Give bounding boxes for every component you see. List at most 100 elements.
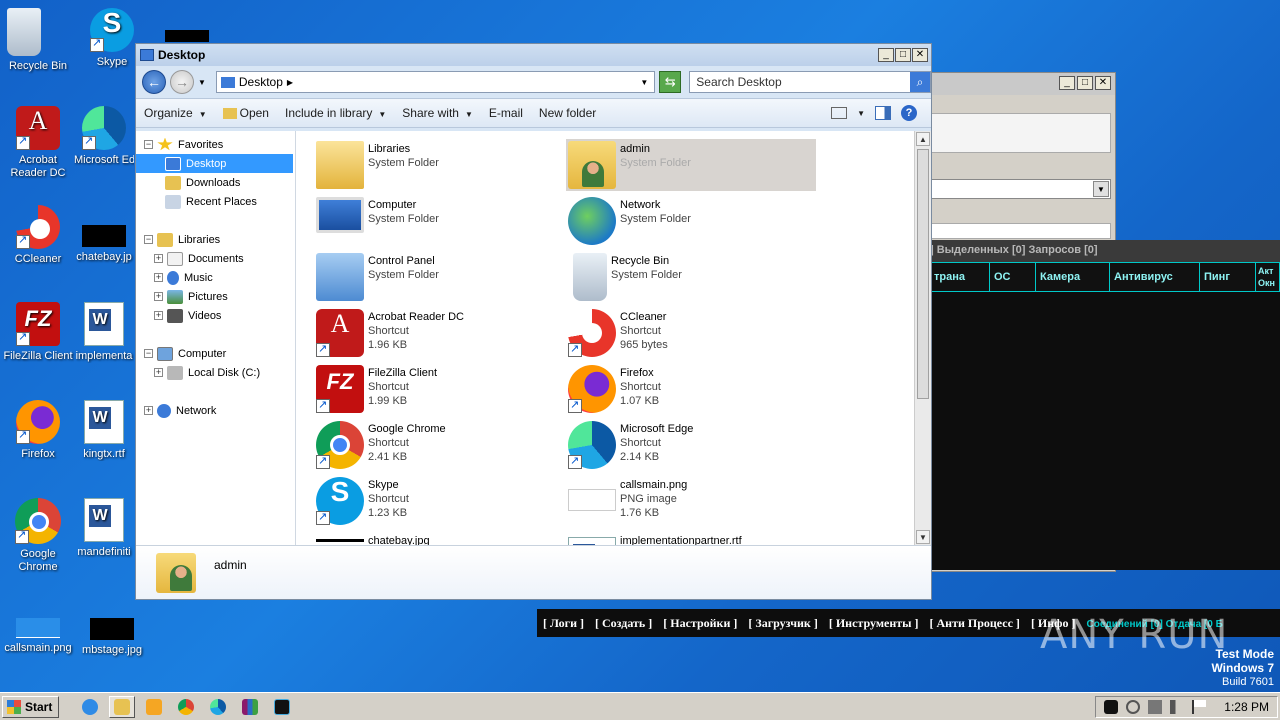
desktop-icon-kingtx[interactable]: kingtx.rtf xyxy=(74,400,134,461)
scroll-down-icon[interactable]: ▼ xyxy=(916,530,930,544)
view-options-icon[interactable] xyxy=(831,107,848,119)
list-item[interactable]: Network System Folder xyxy=(566,195,816,247)
vertical-scrollbar[interactable]: ▲ ▼ xyxy=(914,131,931,545)
column-header[interactable]: Антивирус xyxy=(1110,263,1200,291)
taskbar-app[interactable] xyxy=(269,696,295,718)
open-button[interactable]: Open xyxy=(222,106,269,120)
taskbar-media-player[interactable] xyxy=(141,696,167,718)
collapse-icon[interactable]: − xyxy=(144,235,153,244)
nav-pictures[interactable]: + Pictures xyxy=(136,287,295,306)
nav-documents[interactable]: + Documents xyxy=(136,249,295,268)
desktop-icon-firefox[interactable]: Firefox xyxy=(0,400,76,461)
search-icon[interactable]: ⌕ xyxy=(909,72,930,92)
organize-button[interactable]: Organize ▼ xyxy=(144,106,207,120)
tray-app-icon[interactable] xyxy=(1104,699,1119,714)
desktop-icon-chatebay[interactable]: chatebay.jp xyxy=(74,205,134,264)
menu-logs[interactable]: [ Логи ] xyxy=(543,616,584,630)
nav-favorites[interactable]: − Favorites xyxy=(136,135,295,154)
refresh-button[interactable]: ⇆ xyxy=(659,71,682,93)
list-item[interactable]: SkypeShortcut1.23 KB xyxy=(314,475,564,527)
list-item[interactable]: FileZilla ClientShortcut1.99 KB xyxy=(314,363,564,415)
taskbar-chrome[interactable] xyxy=(173,696,199,718)
menu-tools[interactable]: [ Инструменты ] xyxy=(829,616,919,630)
nav-network[interactable]: + Network xyxy=(136,401,295,420)
nav-downloads[interactable]: Downloads xyxy=(136,173,295,192)
chevron-down-icon[interactable]: ▼ xyxy=(857,109,865,118)
back-button[interactable]: ← xyxy=(142,70,166,94)
nav-computer[interactable]: − Computer xyxy=(136,344,295,363)
network-icon[interactable] xyxy=(1148,699,1163,714)
expand-icon[interactable]: + xyxy=(144,406,153,415)
preview-pane-icon[interactable] xyxy=(875,106,891,120)
help-icon[interactable]: ? xyxy=(901,105,917,121)
nav-desktop[interactable]: Desktop xyxy=(136,154,293,173)
desktop-icon-callsmain[interactable]: callsmain.png xyxy=(0,618,76,655)
column-header[interactable]: трана xyxy=(930,263,990,291)
clock[interactable]: 1:28 PM xyxy=(1224,700,1269,714)
chevron-right-icon[interactable]: ▶ xyxy=(287,78,293,87)
list-item[interactable]: FirefoxShortcut1.07 KB xyxy=(566,363,816,415)
expand-icon[interactable]: + xyxy=(154,311,163,320)
start-button[interactable]: Start xyxy=(2,695,60,718)
maximize-button[interactable]: □ xyxy=(1077,76,1093,90)
taskbar-ie[interactable] xyxy=(77,696,103,718)
volume-icon[interactable] xyxy=(1170,699,1185,714)
list-item[interactable]: Recycle Bin System Folder xyxy=(566,251,816,303)
expand-icon[interactable]: + xyxy=(154,292,163,301)
column-header[interactable]: Акт Окн xyxy=(1256,263,1280,291)
taskbar-winrar[interactable] xyxy=(237,696,263,718)
expand-icon[interactable]: + xyxy=(154,254,163,263)
desktop-icon-chrome[interactable]: Google Chrome xyxy=(0,498,76,574)
close-button[interactable]: ✕ xyxy=(1095,76,1111,90)
list-item[interactable]: callsmain.png PNG image 1.76 KB xyxy=(566,475,816,527)
list-item-selected[interactable]: admin System Folder xyxy=(566,139,816,191)
email-button[interactable]: E-mail xyxy=(489,106,523,120)
desktop-icon-mandefiniti[interactable]: mandefiniti xyxy=(74,498,134,559)
list-item[interactable]: Acrobat Reader DCShortcut1.96 KB xyxy=(314,307,564,359)
menu-loader[interactable]: [ Загрузчик ] xyxy=(748,616,817,630)
combo-box[interactable]: ▼ xyxy=(931,179,1111,199)
recent-pages-dropdown[interactable]: ▼ xyxy=(198,78,206,87)
new-folder-button[interactable]: New folder xyxy=(539,106,596,120)
taskbar-explorer[interactable] xyxy=(109,695,136,718)
include-in-library-button[interactable]: Include in library ▼ xyxy=(285,106,386,120)
scroll-thumb[interactable] xyxy=(917,149,929,399)
list-item[interactable]: Computer System Folder xyxy=(314,195,564,247)
maximize-button[interactable]: □ xyxy=(895,48,911,62)
explorer-titlebar[interactable]: Desktop _ □ ✕ xyxy=(136,44,931,66)
nav-libraries[interactable]: − Libraries xyxy=(136,230,295,249)
collapse-icon[interactable]: − xyxy=(144,140,153,149)
desktop-icon-mbstage[interactable]: mbstage.jpg xyxy=(74,618,150,657)
share-with-button[interactable]: Share with ▼ xyxy=(402,106,473,120)
close-button[interactable]: ✕ xyxy=(912,48,928,62)
list-item[interactable]: Control Panel System Folder xyxy=(314,251,564,303)
minimize-button[interactable]: _ xyxy=(1059,76,1075,90)
desktop-icon-ccleaner[interactable]: CCleaner xyxy=(0,205,76,266)
chevron-down-icon[interactable]: ▼ xyxy=(1093,181,1109,197)
info-icon[interactable] xyxy=(1126,699,1141,714)
list-item[interactable]: chatebay.jpg xyxy=(314,531,564,545)
desktop-icon-edge[interactable]: Microsoft Ed xyxy=(74,106,134,167)
search-input[interactable]: Search Desktop ⌕ xyxy=(689,71,931,93)
expand-icon[interactable]: + xyxy=(154,368,163,377)
input-field[interactable] xyxy=(931,223,1111,239)
nav-music[interactable]: + Music xyxy=(136,268,295,287)
collapse-icon[interactable]: − xyxy=(144,349,153,358)
menu-anti-process[interactable]: [ Анти Процесс ] xyxy=(930,616,1020,630)
column-header[interactable]: Камера xyxy=(1036,263,1110,291)
desktop-icon-implementa[interactable]: implementa xyxy=(74,302,134,363)
explorer-window[interactable]: Desktop _ □ ✕ ← → ▼ Desktop ▶ ▼ ⇆ Search… xyxy=(135,43,932,600)
menu-create[interactable]: [ Создать ] xyxy=(595,616,652,630)
flag-icon[interactable] xyxy=(1192,699,1207,714)
nav-videos[interactable]: + Videos xyxy=(136,306,295,325)
forward-button[interactable]: → xyxy=(169,70,194,94)
expand-icon[interactable]: + xyxy=(154,273,163,282)
taskbar-edge[interactable] xyxy=(205,696,231,718)
list-item[interactable]: Libraries System Folder xyxy=(314,139,564,191)
column-header[interactable]: Пинг xyxy=(1200,263,1256,291)
nav-recent-places[interactable]: Recent Places xyxy=(136,192,295,211)
chevron-down-icon[interactable]: ▼ xyxy=(640,78,648,87)
desktop-icon-filezilla[interactable]: FileZilla Client xyxy=(0,302,76,363)
list-item[interactable]: implementationpartner.rtf xyxy=(566,531,816,545)
menu-settings[interactable]: [ Настройки ] xyxy=(663,616,737,630)
